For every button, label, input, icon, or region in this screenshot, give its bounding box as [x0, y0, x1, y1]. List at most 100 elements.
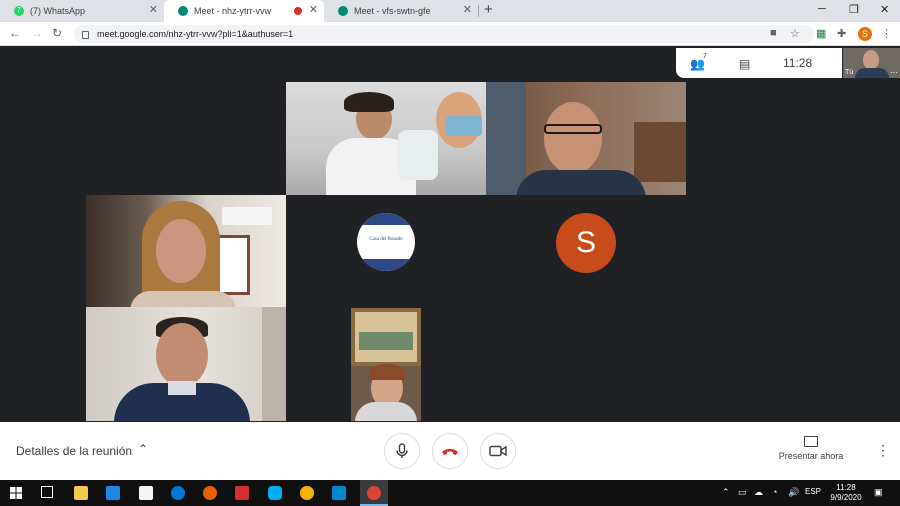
- participant-logo-tile[interactable]: Casa del Rosado: [357, 213, 415, 271]
- app-icon[interactable]: [332, 486, 346, 500]
- participant-tile-man-glasses[interactable]: [486, 82, 686, 195]
- participant-tile-woman[interactable]: [86, 195, 286, 307]
- browser-toolbar: ← → ↻ meet.google.com/nhz-ytrr-vvw?pli=1…: [0, 22, 900, 46]
- participant-shirt: [855, 68, 889, 78]
- video-camera-icon: [489, 445, 507, 457]
- air-conditioner: [222, 207, 272, 225]
- chat-icon[interactable]: ▤: [739, 57, 750, 71]
- meeting-clock: 11:28: [783, 56, 813, 70]
- windows-start-icon[interactable]: [10, 487, 22, 499]
- battery-icon[interactable]: ▭: [738, 487, 747, 498]
- recording-icon: [294, 7, 302, 15]
- painting-frame: [351, 308, 421, 366]
- close-icon[interactable]: ✕: [149, 5, 158, 16]
- meeting-info-panel: 👥 7 ▤ 11:28: [676, 48, 842, 78]
- tab-meet-nhz[interactable]: Meet - nhz-ytrr-vvw ✕: [164, 0, 324, 22]
- notifications-icon[interactable]: ▣: [874, 487, 883, 498]
- participant-hair: [344, 92, 394, 112]
- tab-strip: 7 (7) WhatsApp ✕ Meet - nhz-ytrr-vvw ✕ M…: [0, 0, 900, 22]
- participant-shirt: [130, 291, 236, 307]
- sheets-icon[interactable]: ▦: [816, 27, 826, 40]
- volume-icon[interactable]: 🔊: [788, 487, 799, 498]
- present-now-button[interactable]: Presentar ahora: [770, 436, 852, 461]
- onedrive-icon[interactable]: ☁: [754, 487, 763, 498]
- camera-icon[interactable]: ■: [770, 27, 777, 39]
- chrome-canary-icon[interactable]: [300, 486, 314, 500]
- microphone-button[interactable]: [384, 433, 420, 469]
- meeting-details-button[interactable]: Detalles de la reunión: [16, 444, 132, 458]
- edge-icon[interactable]: [171, 486, 185, 500]
- restore-icon[interactable]: ❐: [849, 3, 859, 16]
- present-screen-icon: [804, 436, 818, 447]
- close-icon[interactable]: ✕: [309, 5, 318, 16]
- windows-taskbar: ⌃ ▭ ☁ ◔ 🔊 ESP 11:28 9/9/2020 ▣: [0, 480, 900, 506]
- self-label: Tú: [845, 69, 854, 76]
- file-explorer-icon[interactable]: [74, 486, 88, 500]
- participant-collar: [168, 381, 196, 395]
- chrome-icon: [367, 486, 381, 500]
- tab-title: Meet - nhz-ytrr-vvw: [194, 6, 272, 16]
- meet-icon: [338, 6, 348, 16]
- wifi-icon[interactable]: ◔: [772, 487, 777, 497]
- self-view-tile[interactable]: Tú ⋯: [843, 48, 900, 78]
- document-icon[interactable]: [139, 486, 153, 500]
- tab-whatsapp[interactable]: 7 (7) WhatsApp ✕: [0, 0, 164, 22]
- forward-icon[interactable]: →: [31, 26, 43, 40]
- star-icon[interactable]: ☆: [790, 27, 800, 40]
- task-view-icon[interactable]: [41, 486, 53, 498]
- taskbar-clock[interactable]: 11:28 9/9/2020: [826, 483, 866, 503]
- more-options-icon[interactable]: ⋮: [876, 442, 890, 459]
- address-bar[interactable]: meet.google.com/nhz-ytrr-vvw?pli=1&authu…: [74, 25, 814, 43]
- new-tab-button[interactable]: +: [484, 1, 493, 18]
- camera-button[interactable]: [480, 433, 516, 469]
- url-text: meet.google.com/nhz-ytrr-vvw?pli=1&authu…: [97, 29, 294, 39]
- participant-avatar[interactable]: S: [556, 213, 616, 273]
- tab-divider: [478, 5, 479, 17]
- participant-tile-woman-painting[interactable]: [351, 308, 421, 421]
- participant-count: 7: [703, 53, 707, 60]
- close-icon[interactable]: ✕: [463, 5, 472, 16]
- present-now-label: Presentar ahora: [778, 451, 844, 461]
- face-mask: [446, 116, 482, 136]
- participant-shirt: [516, 170, 646, 195]
- firefox-icon[interactable]: [203, 486, 217, 500]
- more-options-icon[interactable]: ⋯: [890, 68, 898, 77]
- background-cabinet: [634, 122, 686, 182]
- glasses: [544, 124, 602, 134]
- hang-up-button[interactable]: [432, 433, 468, 469]
- taskbar-time: 11:28: [836, 483, 856, 492]
- background-shelf: [486, 82, 526, 195]
- participant-tile-lab[interactable]: [286, 82, 486, 195]
- meet-icon: [178, 6, 188, 16]
- tab-meet-vfs[interactable]: Meet - vfs-swtn-gfe ✕: [324, 0, 478, 22]
- taskbar-chrome-active[interactable]: [360, 480, 388, 506]
- chevron-up-icon[interactable]: ⌃: [138, 442, 148, 456]
- background-door: [262, 307, 286, 421]
- participant-tile-man-sweater[interactable]: [86, 307, 286, 421]
- reload-icon[interactable]: ↻: [52, 26, 62, 40]
- logo-text: Casa del Rosado: [369, 237, 403, 242]
- participant-face: [156, 323, 208, 387]
- skype-icon[interactable]: [268, 486, 282, 500]
- mail-icon[interactable]: [106, 486, 120, 500]
- lab-equipment: [398, 130, 438, 180]
- tray-chevron-up-icon[interactable]: ⌃: [722, 487, 730, 498]
- back-icon[interactable]: ←: [9, 26, 21, 40]
- logo-band: [357, 213, 415, 225]
- language-indicator[interactable]: ESP: [805, 487, 821, 496]
- participant-hair: [369, 364, 405, 380]
- participant-face: [863, 50, 879, 70]
- minimize-icon[interactable]: ─: [818, 3, 826, 15]
- phone-hangup-icon: [442, 449, 458, 455]
- menu-icon[interactable]: ⋮: [881, 27, 892, 40]
- meeting-controls: Detalles de la reunión ⌃ Presentar ahora…: [0, 422, 900, 480]
- taskbar-date: 9/9/2020: [830, 493, 862, 502]
- whatsapp-icon: 7: [14, 6, 24, 16]
- meeting-stage: Casa del Rosado S: [0, 46, 900, 422]
- participant-face: [544, 102, 602, 174]
- close-window-icon[interactable]: ✕: [880, 3, 889, 16]
- extensions-icon[interactable]: ✚: [837, 27, 846, 40]
- profile-avatar[interactable]: S: [858, 27, 872, 41]
- acrobat-icon[interactable]: [235, 486, 249, 500]
- participant-face: [156, 219, 206, 283]
